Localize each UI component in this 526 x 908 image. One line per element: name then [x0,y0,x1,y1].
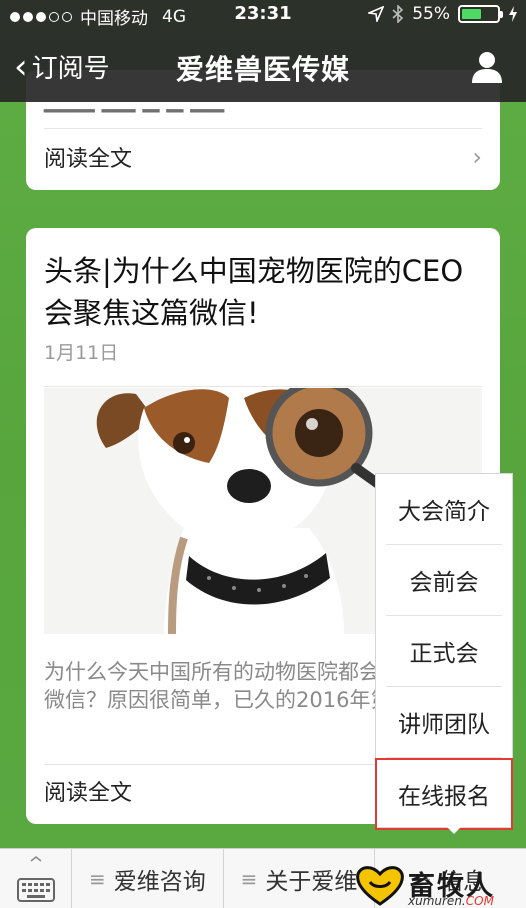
menu-lines-icon: ≡ [88,866,106,891]
read-more-label: 阅读全文 [44,781,133,806]
menu-item-main-conference[interactable]: 正式会 [386,616,502,687]
popup-pointer [446,826,462,834]
keyboard-toggle-button[interactable] [0,849,72,908]
xumuren-watermark-logo: 畜牧人 xumuren.COM [352,862,522,908]
divider [44,128,482,129]
battery-percentage: 55% [412,4,450,24]
menu-tab-consulting[interactable]: ≡ 爱维咨询 [72,849,224,908]
article-date: 1月11日 [44,342,119,364]
menu-lines-icon: ≡ [240,866,258,891]
profile-icon[interactable] [470,50,504,84]
location-icon [368,6,385,22]
read-full-article-link[interactable]: 阅读全文 › [44,132,482,182]
watermark-url: xumuren.COM [408,894,494,908]
article-headline[interactable]: 头条|为什么中国宠物医院的CEO会聚焦这篇微信! [44,250,484,334]
menu-item-pre-conference[interactable]: 会前会 [386,545,502,616]
menu-item-speaker-team[interactable]: 讲师团队 [386,687,502,758]
menu-item-conference-intro[interactable]: 大会简介 [386,474,502,545]
menu-item-online-registration[interactable]: 在线报名 [375,758,513,830]
charging-icon [509,6,517,22]
battery-icon [458,5,503,23]
top-bar: 中国移动 4G 23:31 55% ‹ 订阅号 爱维兽医传媒 [0,0,526,102]
chevron-right-icon: › [472,143,482,171]
keyboard-icon [17,856,55,902]
divider [44,386,482,387]
page-title: 爱维兽医传媒 [175,53,350,86]
heart-logo-icon [356,866,404,906]
bluetooth-icon [392,5,404,23]
navigation-bar: ‹ 订阅号 爱维兽医传媒 [0,38,526,98]
tab-label: 爱维咨询 [113,868,206,895]
status-bar: 中国移动 4G 23:31 55% [0,0,526,30]
read-more-label: 阅读全文 [44,147,133,172]
submenu-popup: 大会简介 会前会 正式会 讲师团队 在线报名 [375,473,513,830]
tab-label: 关于爱维 [265,868,358,895]
